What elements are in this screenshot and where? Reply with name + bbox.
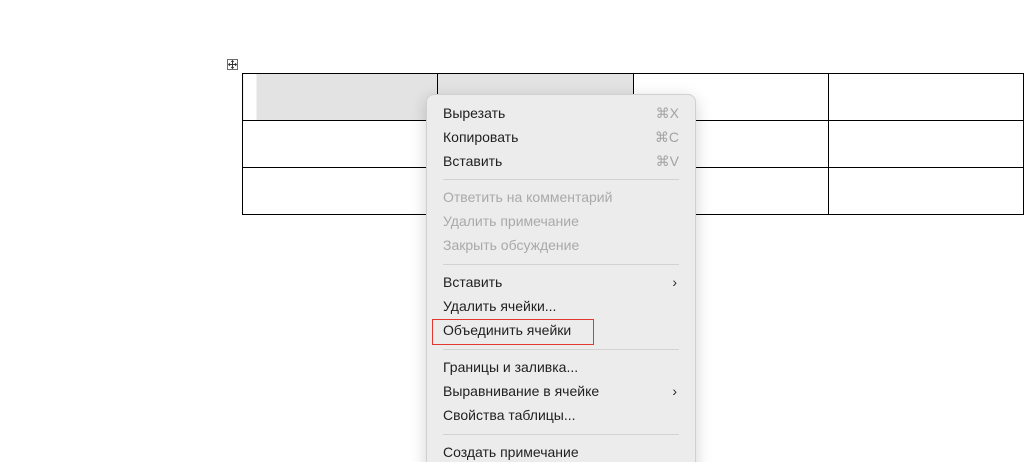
menu-item-delete-note: Удалить примечание	[443, 210, 679, 232]
menu-item-label: Закрыть обсуждение	[443, 237, 580, 253]
menu-item-label: Ответить на комментарий	[443, 189, 613, 205]
context-menu: Вырезать ⌘X Копировать ⌘C Вставить ⌘V От…	[426, 94, 696, 462]
copy-shortcut: ⌘C	[654, 129, 679, 145]
menu-item-insert-submenu[interactable]: Вставить ›	[443, 271, 679, 293]
menu-item-cut[interactable]: Вырезать ⌘X	[443, 102, 679, 124]
menu-item-label: Вырезать	[443, 105, 506, 121]
chevron-right-icon: ›	[672, 383, 677, 399]
chevron-right-icon: ›	[672, 274, 677, 290]
menu-item-label: Удалить ячейки...	[443, 298, 557, 314]
table-cell[interactable]	[241, 167, 439, 215]
merge-cells-highlight-box	[432, 319, 594, 345]
menu-item-cell-alignment[interactable]: Выравнивание в ячейке ›	[443, 380, 679, 402]
table-move-handle-icon[interactable]	[227, 59, 238, 70]
menu-item-delete-cells[interactable]: Удалить ячейки...	[443, 295, 679, 317]
menu-item-label: Границы и заливка...	[443, 359, 579, 375]
menu-separator	[443, 434, 679, 435]
document-canvas: Вырезать ⌘X Копировать ⌘C Вставить ⌘V От…	[0, 0, 1024, 462]
table-cell[interactable]	[827, 120, 1024, 168]
table-cell[interactable]	[827, 73, 1024, 121]
menu-item-label: Вставить	[443, 153, 503, 169]
menu-item-paste[interactable]: Вставить ⌘V	[443, 150, 679, 172]
menu-item-borders-shading[interactable]: Границы и заливка...	[443, 356, 679, 378]
cut-shortcut: ⌘X	[655, 105, 679, 121]
paste-shortcut: ⌘V	[655, 153, 679, 169]
menu-item-label: Копировать	[443, 129, 519, 145]
menu-item-label: Выравнивание в ячейке	[443, 383, 600, 399]
menu-item-label: Вставить	[443, 274, 503, 290]
menu-item-label: Удалить примечание	[443, 213, 579, 229]
table-cell[interactable]	[827, 167, 1024, 215]
table-cell[interactable]	[241, 120, 439, 168]
menu-item-label: Создать примечание	[443, 444, 579, 460]
menu-separator	[443, 179, 679, 180]
menu-item-new-note[interactable]: Создать примечание	[443, 441, 679, 462]
menu-separator	[443, 264, 679, 265]
menu-item-resolve-thread: Закрыть обсуждение	[443, 234, 679, 256]
menu-item-table-properties[interactable]: Свойства таблицы...	[443, 404, 679, 426]
table-cell-selected[interactable]	[241, 73, 439, 121]
menu-item-label: Свойства таблицы...	[443, 407, 576, 423]
menu-separator	[443, 349, 679, 350]
menu-item-reply-comment: Ответить на комментарий	[443, 186, 679, 208]
menu-item-copy[interactable]: Копировать ⌘C	[443, 126, 679, 148]
